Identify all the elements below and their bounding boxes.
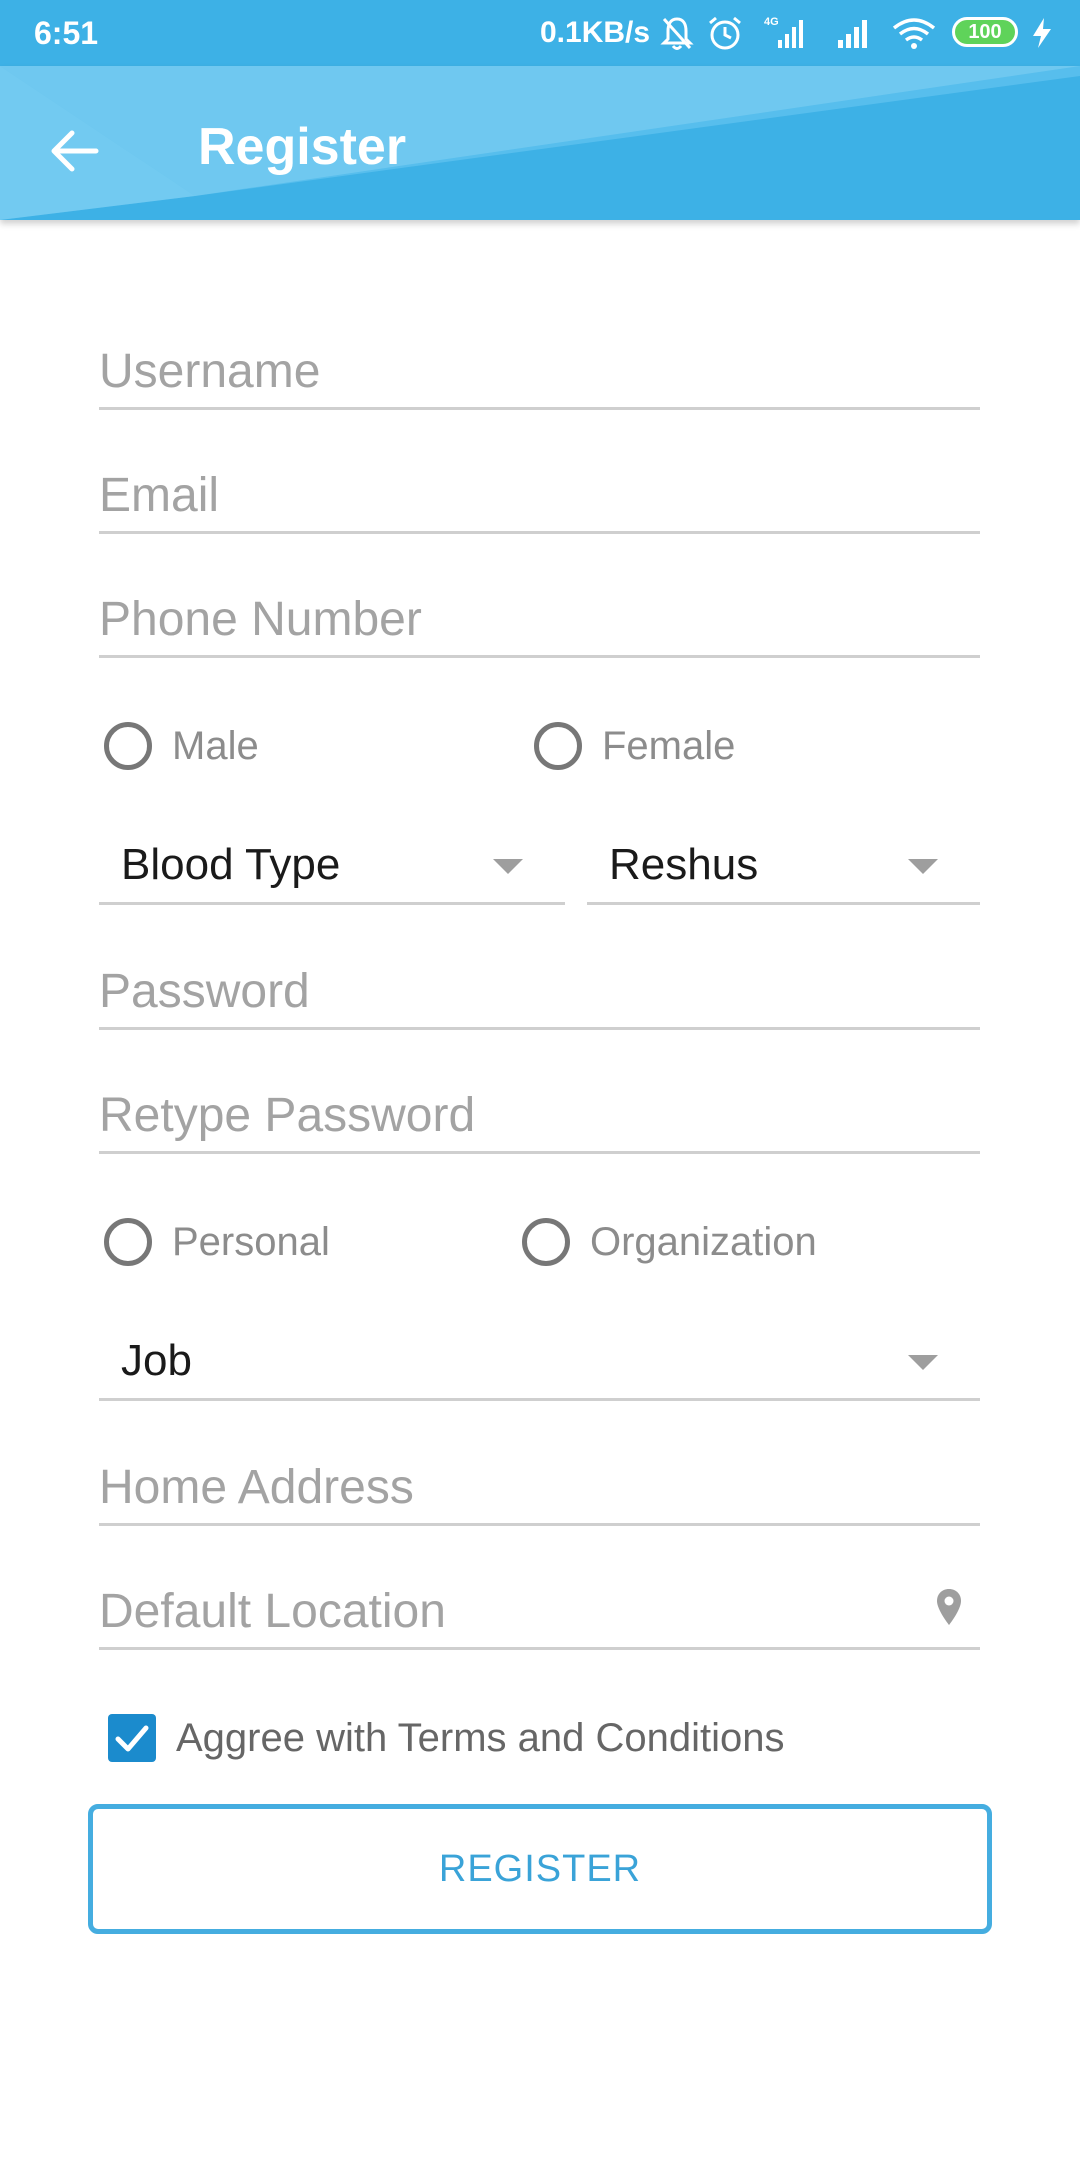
default-location-input[interactable] — [99, 1581, 892, 1641]
password-input[interactable] — [99, 961, 980, 1021]
phone-input[interactable] — [99, 589, 980, 649]
radio-male-label: Male — [172, 723, 259, 768]
home-address-input[interactable] — [99, 1457, 980, 1517]
blood-type-value: Blood Type — [121, 840, 341, 889]
status-time: 6:51 — [34, 15, 99, 51]
rhesus-value: Reshus — [609, 840, 759, 889]
signal-icon — [838, 20, 867, 48]
terms-checkbox[interactable] — [108, 1714, 156, 1762]
email-input[interactable] — [99, 465, 980, 525]
retype-password-field — [99, 1058, 980, 1154]
radio-button-icon[interactable] — [534, 722, 582, 770]
terms-label[interactable]: Aggree with Terms and Conditions — [176, 1714, 784, 1762]
username-input[interactable] — [99, 341, 980, 401]
username-field — [99, 314, 980, 410]
radio-organization[interactable]: Organization — [522, 1212, 817, 1272]
battery-level: 100 — [968, 21, 1002, 43]
radio-personal[interactable]: Personal — [104, 1212, 330, 1272]
alarm-icon — [709, 16, 741, 50]
radio-male[interactable]: Male — [104, 716, 259, 776]
email-field — [99, 438, 980, 534]
retype-password-input[interactable] — [99, 1085, 980, 1145]
svg-text:4G: 4G — [764, 16, 779, 28]
rhesus-dropdown[interactable]: Reshus — [587, 815, 980, 905]
dropdown-arrow-icon — [493, 859, 523, 874]
radio-button-icon[interactable] — [104, 1218, 152, 1266]
checkmark-icon — [115, 1725, 149, 1752]
page-title: Register — [198, 118, 407, 176]
dropdown-arrow-icon — [908, 1355, 938, 1370]
network-speed: 0.1KB/s — [540, 16, 651, 49]
dropdown-arrow-icon — [908, 859, 938, 874]
radio-female-label: Female — [602, 723, 736, 768]
location-pin-icon[interactable] — [934, 1587, 964, 1627]
signal-4g-icon: 4G — [764, 16, 803, 48]
app-bar-background-decoration — [0, 66, 1080, 220]
app-bar: Register — [0, 66, 1080, 220]
register-button[interactable]: REGISTER — [88, 1804, 992, 1934]
radio-organization-label: Organization — [590, 1219, 817, 1264]
radio-button-icon[interactable] — [104, 722, 152, 770]
battery-icon: 100 — [952, 17, 1018, 47]
radio-button-icon[interactable] — [522, 1218, 570, 1266]
blood-type-dropdown[interactable]: Blood Type — [99, 815, 565, 905]
default-location-field — [99, 1554, 980, 1650]
home-address-field — [99, 1430, 980, 1526]
job-value: Job — [121, 1336, 192, 1385]
job-dropdown[interactable]: Job — [99, 1311, 980, 1401]
phone-field — [99, 562, 980, 658]
radio-female[interactable]: Female — [534, 716, 735, 776]
radio-personal-label: Personal — [172, 1219, 330, 1264]
notification-off-icon — [660, 17, 694, 50]
arrow-back-icon[interactable] — [40, 116, 110, 186]
wifi-icon — [892, 18, 936, 49]
status-bar: 6:51 0.1KB/s 4G 100 — [0, 0, 1080, 66]
password-field — [99, 934, 980, 1030]
charging-icon — [1033, 18, 1051, 48]
